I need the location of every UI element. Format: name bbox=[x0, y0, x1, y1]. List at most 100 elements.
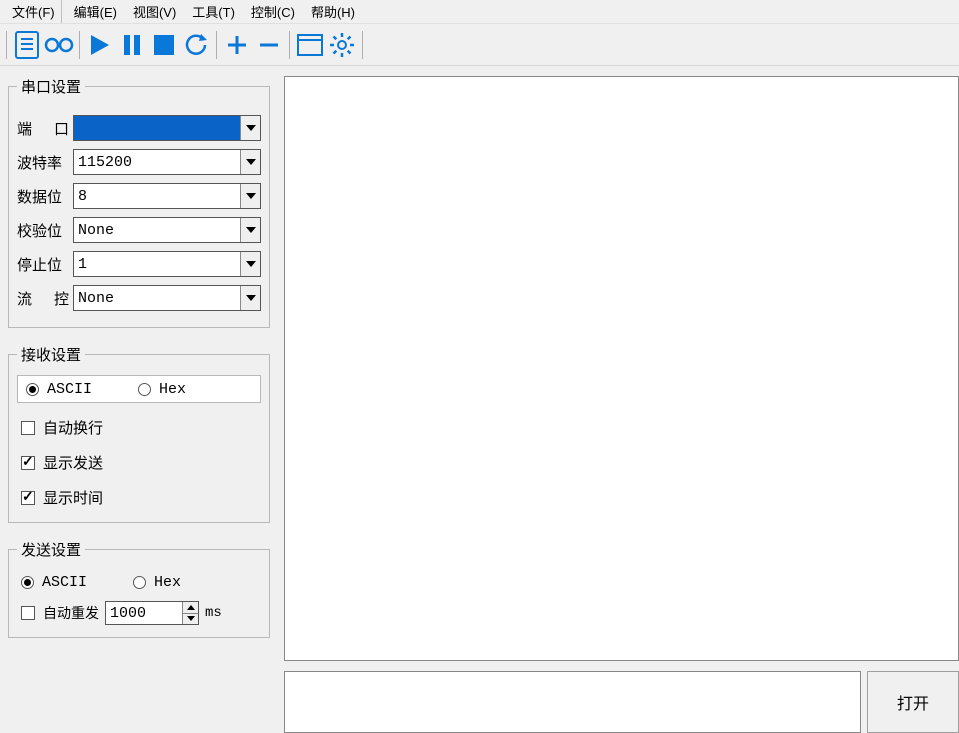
flow-label: 流控 bbox=[17, 288, 73, 309]
baud-label: 波特率 bbox=[17, 152, 73, 173]
wrap-label: 自动换行 bbox=[43, 417, 103, 438]
show-time-check[interactable]: 显示时间 bbox=[21, 487, 261, 508]
baud-value: 115200 bbox=[78, 154, 132, 171]
radio-dot-icon bbox=[21, 576, 34, 589]
recv-hex-label: Hex bbox=[159, 381, 186, 398]
parity-combo[interactable]: None bbox=[73, 217, 261, 243]
interval-value: 1000 bbox=[110, 605, 146, 622]
serial-settings-group: 串口设置 端口 波特率 115200 数据位 bbox=[8, 76, 270, 328]
flow-combo[interactable]: None bbox=[73, 285, 261, 311]
play-button[interactable] bbox=[84, 29, 116, 61]
menubar: 文件(F) 编辑(E) 视图(V) 工具(T) 控制(C) 帮助(H) bbox=[0, 0, 959, 24]
serial-legend: 串口设置 bbox=[17, 76, 85, 97]
send-ascii-label: ASCII bbox=[42, 574, 87, 591]
play-icon bbox=[89, 33, 111, 57]
show-time-label: 显示时间 bbox=[43, 487, 103, 508]
stopbits-label: 停止位 bbox=[17, 254, 73, 275]
parity-row: 校验位 None bbox=[17, 217, 261, 243]
send-input[interactable] bbox=[284, 671, 861, 733]
toolbar-separator bbox=[6, 31, 7, 59]
interval-spinner[interactable]: 1000 bbox=[105, 601, 199, 625]
settings-button[interactable] bbox=[326, 29, 358, 61]
open-button[interactable]: 打开 bbox=[867, 671, 959, 733]
stop-button[interactable] bbox=[148, 29, 180, 61]
stopbits-row: 停止位 1 bbox=[17, 251, 261, 277]
minus-icon bbox=[257, 33, 281, 57]
baud-combo[interactable]: 115200 bbox=[73, 149, 261, 175]
wrap-check[interactable]: 自动换行 bbox=[21, 417, 261, 438]
document-icon bbox=[15, 31, 39, 59]
menu-edit[interactable]: 编辑(E) bbox=[66, 0, 125, 23]
pause-icon bbox=[122, 33, 142, 57]
menu-view[interactable]: 视图(V) bbox=[125, 0, 184, 23]
menu-control[interactable]: 控制(C) bbox=[243, 0, 303, 23]
refresh-icon bbox=[183, 32, 209, 58]
menu-tools[interactable]: 工具(T) bbox=[184, 0, 243, 23]
plus-icon bbox=[225, 33, 249, 57]
chevron-down-icon bbox=[240, 218, 260, 242]
stopbits-combo[interactable]: 1 bbox=[73, 251, 261, 277]
window-button[interactable] bbox=[294, 29, 326, 61]
databits-row: 数据位 8 bbox=[17, 183, 261, 209]
chevron-down-icon bbox=[240, 184, 260, 208]
checkbox-icon bbox=[21, 606, 35, 620]
checkbox-icon bbox=[21, 491, 35, 505]
toolbar-separator bbox=[289, 31, 290, 59]
chevron-down-icon[interactable] bbox=[183, 614, 198, 625]
recv-format-radio: ASCII Hex bbox=[17, 375, 261, 403]
radio-dot-icon bbox=[133, 576, 146, 589]
chevron-down-icon bbox=[240, 116, 260, 140]
stopbits-value: 1 bbox=[78, 256, 87, 273]
toolbar bbox=[0, 24, 959, 66]
add-button[interactable] bbox=[221, 29, 253, 61]
refresh-button[interactable] bbox=[180, 29, 212, 61]
remove-button[interactable] bbox=[253, 29, 285, 61]
left-panel: 串口设置 端口 波特率 115200 数据位 bbox=[0, 66, 278, 733]
output-area[interactable] bbox=[284, 76, 959, 661]
baud-row: 波特率 115200 bbox=[17, 149, 261, 175]
flow-row: 流控 None bbox=[17, 285, 261, 311]
new-doc-button[interactable] bbox=[11, 29, 43, 61]
databits-label: 数据位 bbox=[17, 186, 73, 207]
radio-dot-icon bbox=[138, 383, 151, 396]
auto-resend-label[interactable]: 自动重发 bbox=[43, 603, 99, 623]
interval-unit: ms bbox=[205, 605, 222, 621]
recv-hex-radio[interactable]: Hex bbox=[138, 381, 250, 398]
toolbar-separator bbox=[79, 31, 80, 59]
recv-ascii-radio[interactable]: ASCII bbox=[26, 381, 138, 398]
body-area: 串口设置 端口 波特率 115200 数据位 bbox=[0, 66, 959, 733]
send-ascii-radio[interactable]: ASCII bbox=[21, 574, 133, 591]
parity-label: 校验位 bbox=[17, 220, 73, 241]
port-combo[interactable] bbox=[73, 115, 261, 141]
checkbox-icon bbox=[21, 456, 35, 470]
chevron-down-icon bbox=[240, 150, 260, 174]
record-button[interactable] bbox=[43, 29, 75, 61]
spinner-arrows[interactable] bbox=[182, 602, 198, 624]
menu-file[interactable]: 文件(F) bbox=[4, 0, 62, 23]
send-legend: 发送设置 bbox=[17, 539, 85, 560]
menu-help[interactable]: 帮助(H) bbox=[303, 0, 363, 23]
send-hex-radio[interactable]: Hex bbox=[133, 574, 245, 591]
checkbox-icon bbox=[21, 421, 35, 435]
flow-value: None bbox=[78, 290, 114, 307]
stop-icon bbox=[153, 34, 175, 56]
auto-resend-row: 自动重发 1000 ms bbox=[17, 601, 261, 625]
send-hex-label: Hex bbox=[154, 574, 181, 591]
chevron-down-icon bbox=[240, 252, 260, 276]
toolbar-separator bbox=[362, 31, 363, 59]
send-row: 打开 bbox=[284, 671, 959, 733]
radio-dot-icon bbox=[26, 383, 39, 396]
pause-button[interactable] bbox=[116, 29, 148, 61]
receive-legend: 接收设置 bbox=[17, 344, 85, 365]
port-label: 端口 bbox=[17, 118, 73, 139]
toolbar-separator bbox=[216, 31, 217, 59]
window-icon bbox=[297, 34, 323, 56]
send-settings-group: 发送设置 ASCII Hex 自动重发 1000 bbox=[8, 539, 270, 638]
port-row: 端口 bbox=[17, 115, 261, 141]
parity-value: None bbox=[78, 222, 114, 239]
chevron-down-icon bbox=[240, 286, 260, 310]
show-send-check[interactable]: 显示发送 bbox=[21, 452, 261, 473]
chevron-up-icon[interactable] bbox=[183, 602, 198, 614]
databits-combo[interactable]: 8 bbox=[73, 183, 261, 209]
show-send-label: 显示发送 bbox=[43, 452, 103, 473]
